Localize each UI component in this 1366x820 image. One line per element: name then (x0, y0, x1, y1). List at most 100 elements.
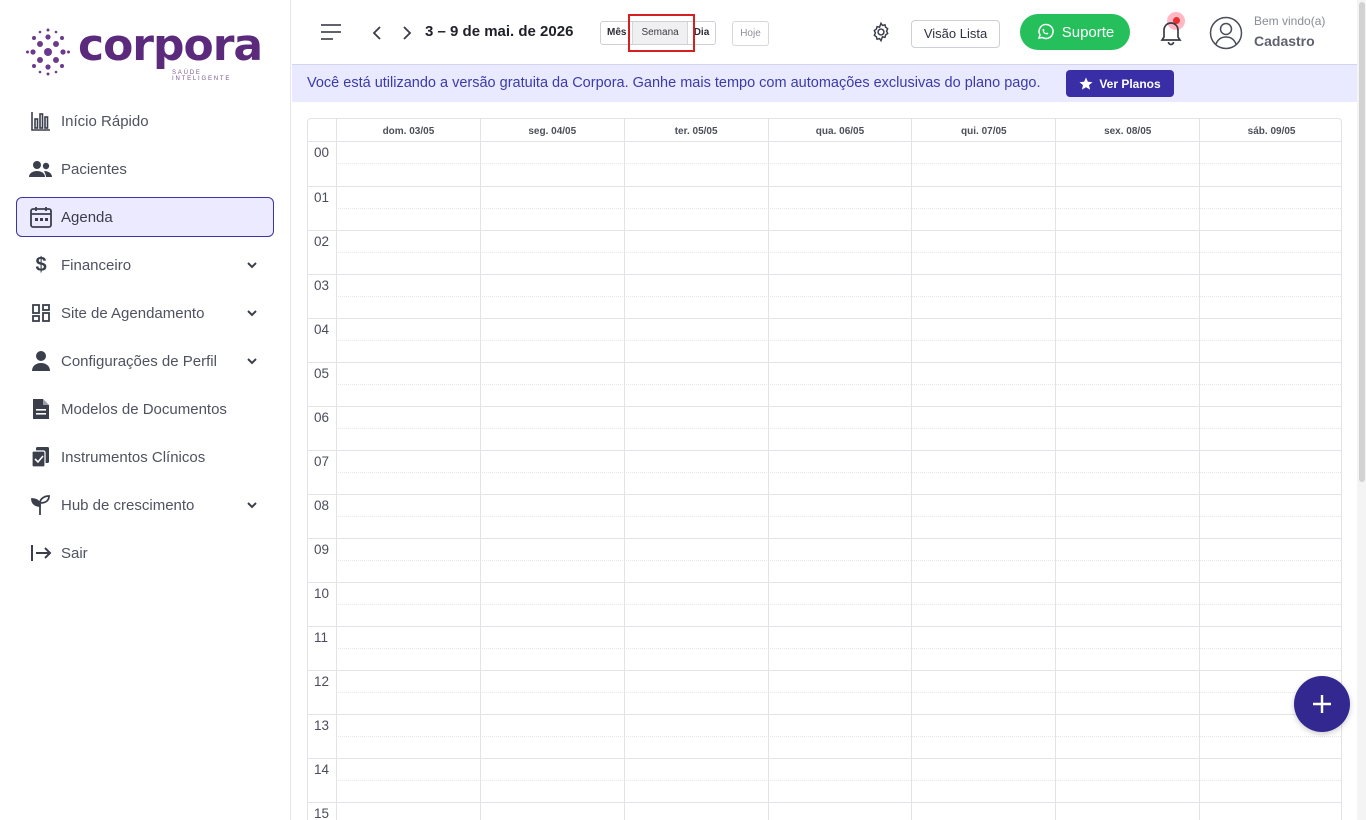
hour-label: 04 (314, 322, 330, 337)
week-calendar: dom. 03/05 seg. 04/05 ter. 05/05 qua. 06… (307, 118, 1342, 820)
brand-name: corpora (78, 20, 263, 71)
support-button[interactable]: Suporte (1020, 14, 1130, 50)
view-week-button[interactable]: Semana (632, 22, 688, 44)
sidebar-item-hub-de-crescimento[interactable]: Hub de crescimento (16, 485, 274, 525)
hour-label: 03 (314, 278, 330, 293)
sidebar-item-label: Instrumentos Clínicos (61, 448, 206, 466)
whatsapp-icon (1037, 23, 1054, 40)
sidebar-item-label: Sair (61, 544, 88, 562)
chevron-down-icon[interactable] (245, 498, 259, 512)
users-icon (29, 157, 53, 181)
sidebar-item-configuracoes-de-perfil[interactable]: Configurações de Perfil (16, 341, 274, 381)
dollar-icon: $ (35, 253, 47, 276)
clipboard-icon (29, 445, 53, 469)
sidebar: corpora SAÚDE INTELIGENTE Início Rápido … (0, 0, 291, 820)
hour-label: 01 (314, 190, 330, 205)
hour-label: 07 (314, 454, 330, 469)
chevron-left-icon[interactable] (370, 24, 384, 42)
hour-label: 14 (314, 762, 330, 777)
sidebar-nav: Início Rápido Pacientes Agenda $ Finance… (16, 101, 274, 581)
hour-label: 08 (314, 498, 330, 513)
sidebar-item-pacientes[interactable]: Pacientes (16, 149, 274, 189)
day-header[interactable]: sáb. 09/05 (1199, 119, 1341, 142)
sidebar-item-label: Site de Agendamento (61, 304, 205, 322)
sidebar-item-modelos-de-documentos[interactable]: Modelos de Documentos (16, 389, 274, 429)
chevron-down-icon[interactable] (245, 354, 259, 368)
time-grid[interactable]: 00 01 02 03 04 05 06 07 08 09 10 11 12 13 14 15 (308, 142, 1341, 820)
page-scrollbar-thumb[interactable] (1359, 2, 1365, 482)
hour-label: 09 (314, 542, 330, 557)
list-view-button[interactable]: Visão Lista (911, 20, 1000, 48)
chevron-down-icon[interactable] (245, 258, 259, 272)
sidebar-item-label: Configurações de Perfil (61, 352, 217, 370)
chevron-down-icon[interactable] (245, 306, 259, 320)
brand-tagline: SAÚDE INTELIGENTE (172, 70, 232, 82)
day-column[interactable] (479, 142, 624, 820)
sidebar-item-label: Início Rápido (61, 112, 149, 130)
hour-label: 00 (314, 145, 330, 160)
sprout-icon (29, 493, 53, 517)
day-header[interactable]: qua. 06/05 (767, 119, 912, 142)
day-header[interactable]: qui. 07/05 (911, 119, 1055, 142)
support-button-label: Suporte (1061, 23, 1115, 41)
day-column[interactable] (911, 142, 1055, 820)
menu-icon[interactable] (320, 22, 342, 42)
view-day-button[interactable]: Dia (688, 22, 716, 44)
user-name[interactable]: Cadastro (1254, 33, 1315, 49)
view-plans-button[interactable]: Ver Planos (1066, 70, 1174, 97)
logo-mark-icon (26, 28, 70, 76)
day-header[interactable]: dom. 03/05 (336, 119, 480, 142)
date-range-title: 3 – 9 de mai. de 2026 (425, 23, 574, 40)
calendar-icon (29, 205, 53, 229)
hour-label: 10 (314, 586, 330, 601)
upgrade-banner-text: Você está utilizando a versão gratuita d… (307, 75, 1041, 91)
day-column[interactable] (1055, 142, 1199, 820)
sidebar-item-site-de-agendamento[interactable]: Site de Agendamento (16, 293, 274, 333)
sidebar-item-label: Hub de crescimento (61, 496, 195, 514)
person-icon (29, 349, 53, 373)
hour-label: 12 (314, 674, 330, 689)
sidebar-item-instrumentos-clinicos[interactable]: Instrumentos Clínicos (16, 437, 274, 477)
logout-icon (29, 541, 53, 565)
hour-label: 15 (314, 806, 330, 820)
hour-label: 02 (314, 234, 330, 249)
chevron-right-icon[interactable] (400, 24, 414, 42)
upgrade-banner: Você está utilizando a versão gratuita d… (292, 64, 1357, 102)
view-plans-label: Ver Planos (1099, 76, 1161, 91)
bar-chart-icon (29, 109, 53, 133)
sidebar-item-label: Modelos de Documentos (61, 400, 227, 418)
today-button[interactable]: Hoje (732, 21, 769, 46)
sidebar-item-label: Financeiro (61, 256, 132, 274)
gear-icon[interactable] (870, 21, 892, 43)
topbar: 3 – 9 de mai. de 2026 Mês Semana Dia Hoj… (292, 0, 1366, 64)
sidebar-item-financeiro[interactable]: $ Financeiro (16, 245, 274, 285)
day-column[interactable] (336, 142, 480, 820)
document-icon (29, 397, 53, 421)
day-column[interactable] (767, 142, 912, 820)
hour-label: 13 (314, 718, 330, 733)
sidebar-item-agenda[interactable]: Agenda (16, 197, 274, 237)
sidebar-item-inicio-rapido[interactable]: Início Rápido (16, 101, 274, 141)
star-icon (1079, 77, 1093, 90)
add-appointment-button[interactable] (1294, 676, 1350, 732)
view-switcher: Mês Semana Dia (600, 21, 717, 45)
brand-logo[interactable]: corpora SAÚDE INTELIGENTE (26, 20, 263, 82)
sidebar-item-label: Pacientes (61, 160, 127, 178)
day-header[interactable]: sex. 08/05 (1055, 119, 1199, 142)
sidebar-item-label: Agenda (61, 208, 113, 226)
user-avatar-icon[interactable] (1209, 16, 1243, 50)
plus-icon (1313, 695, 1331, 713)
grid-icon (29, 301, 53, 325)
view-month-button[interactable]: Mês (601, 22, 632, 44)
hour-label: 05 (314, 366, 330, 381)
welcome-text: Bem vindo(a) (1254, 14, 1326, 28)
bell-icon[interactable] (1158, 18, 1184, 46)
day-header[interactable]: seg. 04/05 (479, 119, 624, 142)
hour-label: 11 (314, 630, 329, 645)
calendar-header: dom. 03/05 seg. 04/05 ter. 05/05 qua. 06… (308, 119, 1341, 142)
day-header[interactable]: ter. 05/05 (623, 119, 768, 142)
app-root: corpora SAÚDE INTELIGENTE Início Rápido … (0, 0, 1366, 820)
day-column[interactable] (623, 142, 768, 820)
sidebar-item-sair[interactable]: Sair (16, 533, 274, 573)
hour-label: 06 (314, 410, 330, 425)
